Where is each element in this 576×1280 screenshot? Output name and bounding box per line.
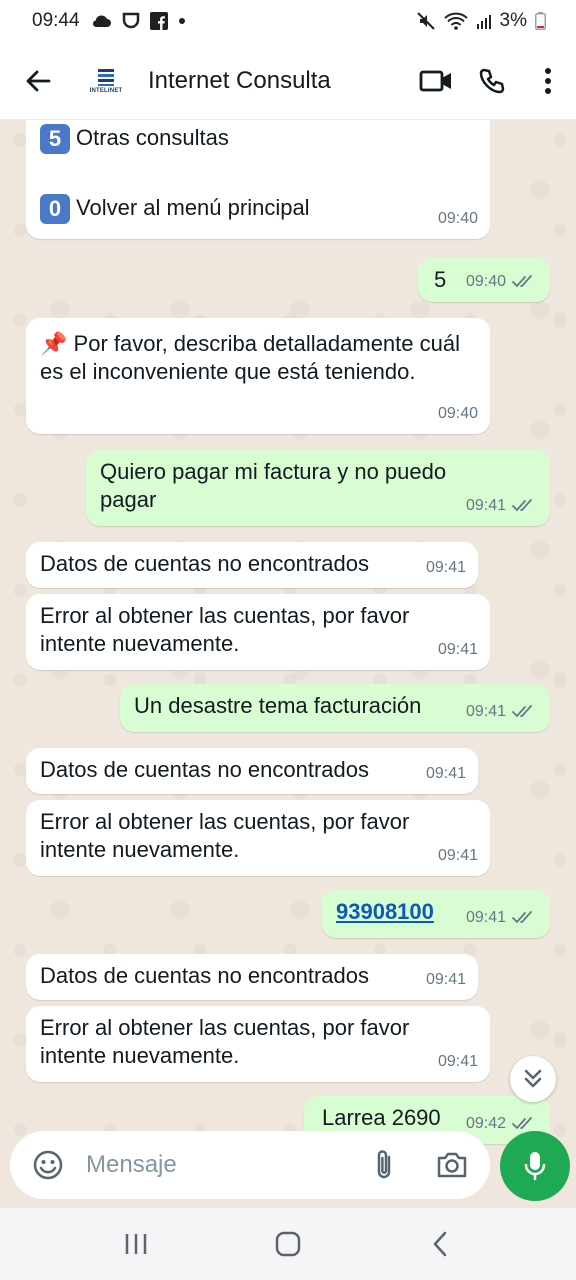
message-time: 09:41	[425, 971, 466, 988]
message-text: Datos de cuentas no encontrados	[40, 963, 370, 988]
message-time: 09:41	[425, 765, 466, 782]
message-text: Datos de cuentas no encontrados	[40, 551, 370, 576]
message-time: 09:40	[437, 210, 478, 227]
message-incoming[interactable]: Error al obtener las cuentas, por favor …	[26, 1006, 490, 1082]
pushpin-icon: 📌	[40, 331, 68, 356]
message-time: 09:41	[466, 492, 536, 520]
recents-button[interactable]	[106, 1214, 166, 1274]
double-check-icon	[512, 275, 532, 288]
message-incoming[interactable]: 5 Otras consultas 0 Volver al menú princip…	[26, 120, 490, 239]
message-outgoing[interactable]: Un desastre tema facturación 09:41	[120, 684, 550, 732]
battery-icon	[535, 12, 546, 30]
back-button[interactable]	[18, 61, 58, 101]
cloud-icon	[90, 14, 112, 28]
chat-area[interactable]: 5 Otras consultas 0 Volver al menú princip…	[0, 120, 576, 1208]
message-time: 09:41	[437, 1053, 478, 1070]
mute-icon	[416, 11, 436, 31]
message-time: 09:41	[425, 559, 466, 576]
message-incoming[interactable]: Datos de cuentas no encontrados 09:41	[26, 542, 478, 588]
back-arrow-icon	[26, 70, 51, 91]
message-text: Quiero pagar mi factura y no puedo pagar	[100, 459, 447, 512]
status-left: 09:44	[32, 10, 186, 32]
message-outgoing[interactable]: 93908100 09:41	[322, 890, 550, 938]
message-time: 09:40	[437, 405, 478, 422]
double-check-icon	[512, 705, 532, 718]
wifi-icon	[443, 12, 468, 30]
nav-back-icon	[433, 1231, 447, 1257]
message-text: Error al obtener las cuentas, por favor …	[40, 603, 410, 656]
notification-dot-icon	[178, 17, 186, 25]
home-button[interactable]	[258, 1214, 318, 1274]
phone-number-link[interactable]: 93908100	[336, 899, 434, 924]
more-options-icon	[545, 67, 551, 94]
scroll-to-bottom-button[interactable]	[510, 1056, 556, 1102]
message-input[interactable]	[86, 1151, 356, 1179]
attach-button[interactable]	[362, 1143, 406, 1187]
home-icon	[275, 1231, 301, 1257]
message-time: 09:41	[466, 698, 536, 726]
camera-icon	[437, 1152, 467, 1178]
message-text-block: 📌 Por favor, describa detalladamente cuá…	[40, 330, 460, 386]
message-time: 09:41	[437, 641, 478, 658]
battery-percent: 3%	[499, 10, 527, 31]
status-time: 09:44	[32, 10, 80, 31]
voice-call-button[interactable]	[464, 53, 520, 109]
message-text: Volver al menú principal	[76, 195, 310, 221]
nav-back-button[interactable]	[410, 1214, 470, 1274]
status-bar: 09:44 3%	[0, 0, 576, 42]
emoji-icon	[33, 1150, 63, 1180]
attach-icon	[377, 1150, 391, 1179]
voice-message-button[interactable]	[500, 1131, 570, 1201]
message-incoming[interactable]: Datos de cuentas no encontrados 09:41	[26, 748, 478, 794]
message-text: 5	[434, 267, 447, 292]
recents-icon	[125, 1234, 147, 1254]
message-text: Un desastre tema facturación	[134, 693, 422, 718]
video-call-icon	[419, 70, 451, 91]
message-time: 09:41	[437, 847, 478, 864]
mic-icon	[524, 1152, 546, 1181]
status-right: 3%	[416, 10, 546, 32]
message-text: Larrea 2690	[322, 1105, 441, 1130]
avatar-text: INTELINET	[89, 88, 123, 94]
video-call-button[interactable]	[408, 53, 464, 109]
header-actions	[408, 53, 576, 109]
message-outgoing[interactable]: 5 09:40	[418, 258, 550, 302]
facebook-icon	[149, 12, 168, 30]
chevron-double-down-icon	[524, 1069, 542, 1088]
message-line: 0 Volver al menú principal	[40, 194, 476, 225]
signal-icon	[476, 13, 492, 29]
double-check-icon	[512, 499, 532, 512]
message-incoming[interactable]: Error al obtener las cuentas, por favor …	[26, 594, 490, 670]
keycap-zero-icon: 0	[40, 194, 70, 225]
intelinet-logo-icon	[98, 69, 114, 86]
avatar[interactable]: INTELINET	[82, 56, 130, 105]
message-text: Error al obtener las cuentas, por favor …	[40, 1015, 410, 1068]
emoji-button[interactable]	[26, 1143, 70, 1187]
message-time: 09:41	[466, 904, 536, 932]
shield-icon	[122, 12, 140, 30]
message-time: 09:40	[466, 268, 536, 296]
keycap-five-icon: 5	[40, 124, 70, 155]
message-text: Datos de cuentas no encontrados	[40, 757, 370, 782]
message-text: Otras consultas	[76, 125, 229, 150]
double-check-icon	[512, 911, 532, 924]
message-incoming[interactable]: 📌 Por favor, describa detalladamente cuá…	[26, 318, 490, 434]
message-text: Error al obtener las cuentas, por favor …	[40, 809, 410, 862]
system-nav-bar	[0, 1208, 576, 1280]
camera-button[interactable]	[430, 1143, 474, 1187]
double-check-icon	[512, 1117, 532, 1130]
chat-header: INTELINET Internet Consulta	[0, 42, 576, 120]
message-incoming[interactable]: Datos de cuentas no encontrados 09:41	[26, 954, 478, 1000]
message-composer	[10, 1131, 490, 1199]
message-line: 5 Otras consultas	[40, 124, 476, 155]
message-text: Por favor, describa detalladamente cuál …	[40, 331, 460, 384]
message-incoming[interactable]: Error al obtener las cuentas, por favor …	[26, 800, 490, 876]
more-options-button[interactable]	[520, 53, 576, 109]
contact-name[interactable]: Internet Consulta	[148, 67, 331, 95]
phone-icon	[479, 68, 505, 93]
message-outgoing[interactable]: Quiero pagar mi factura y no puedo pagar…	[86, 450, 550, 526]
